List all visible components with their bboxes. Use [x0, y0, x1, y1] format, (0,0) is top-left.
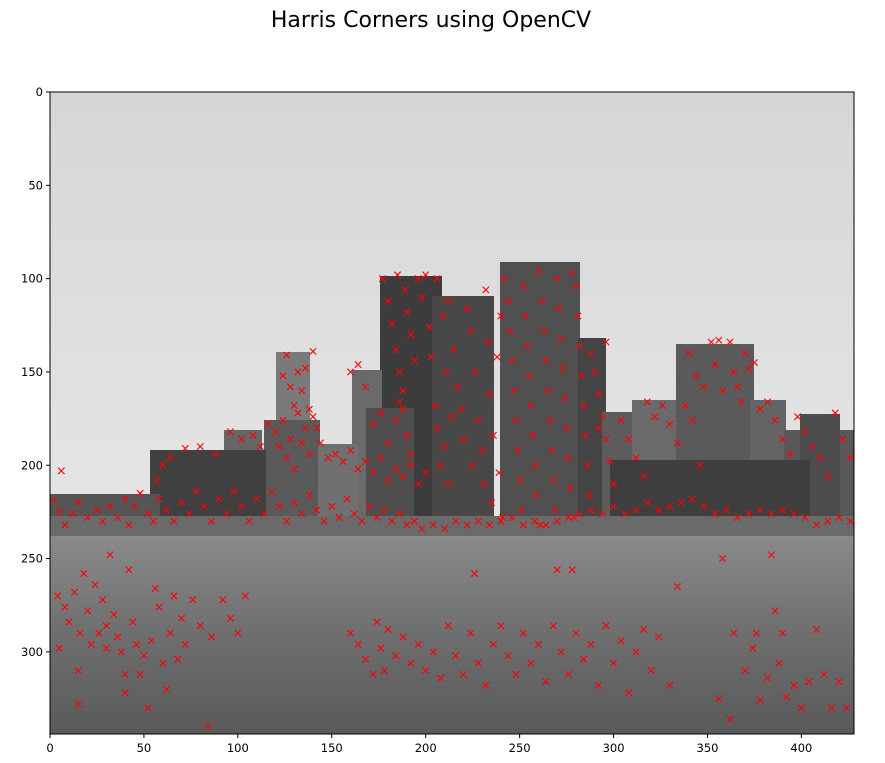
y-tick-label: 150	[21, 365, 43, 379]
chart-canvas: Harris Corners using OpenCV 0 50 100 150…	[21, 8, 855, 755]
skyline-photo	[50, 92, 854, 734]
x-tick-label: 250	[509, 741, 531, 755]
x-tick-label: 350	[697, 741, 719, 755]
y-axis: 0 50 100 150 200 250 300	[21, 85, 50, 659]
x-tick-label: 100	[227, 741, 249, 755]
y-tick-label: 300	[21, 645, 43, 659]
x-axis: 0 50 100 150 200 250 300 350 400	[46, 734, 812, 755]
y-tick-label: 200	[21, 458, 43, 472]
y-tick-label: 100	[21, 272, 43, 286]
y-tick-label: 250	[21, 552, 43, 566]
x-tick-label: 50	[137, 741, 152, 755]
x-tick-label: 0	[46, 741, 53, 755]
y-tick-label: 0	[36, 85, 43, 99]
x-tick-label: 300	[603, 741, 625, 755]
x-tick-label: 150	[321, 741, 343, 755]
x-tick-label: 200	[415, 741, 437, 755]
y-tick-label: 50	[28, 178, 43, 192]
chart-title: Harris Corners using OpenCV	[271, 8, 591, 33]
x-tick-label: 400	[790, 741, 812, 755]
